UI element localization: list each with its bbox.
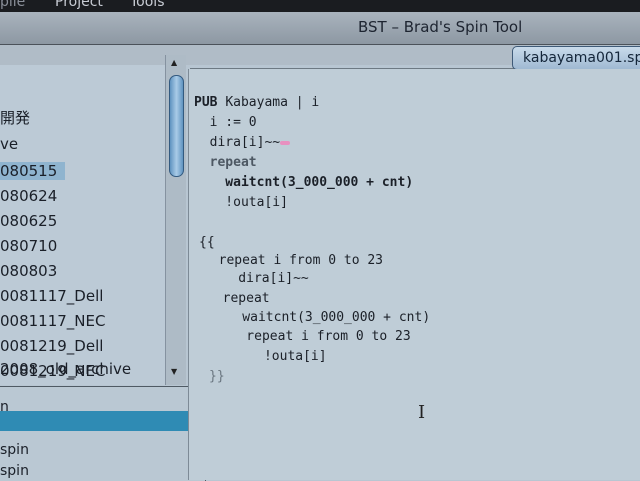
folder-item-selected[interactable]: 080515 — [0, 162, 66, 180]
file-item[interactable]: spin — [0, 463, 29, 479]
code-line: !outa[i] — [194, 195, 288, 210]
window-title: BST – Brad's Spin Tool — [358, 18, 523, 36]
menu-tools[interactable]: Tools — [130, 0, 165, 10]
folder-item[interactable]: ve — [0, 135, 18, 153]
code-line: repeat i from 0 to 23 — [215, 329, 411, 344]
code-line: dira[i]~~ — [207, 271, 309, 286]
folder-item[interactable]: 0081219_Dell — [0, 337, 103, 355]
scroll-down-icon[interactable]: ▼ — [171, 367, 177, 376]
file-item[interactable]: spin — [0, 442, 29, 458]
code-line: waitcnt(3_000_000 + cnt) — [194, 175, 414, 190]
folder-item[interactable]: 080624 — [0, 187, 57, 205]
title-bar: BST – Brad's Spin Tool — [0, 12, 640, 45]
code-line: PUB Kabayama | i — [194, 95, 319, 110]
code-line: i := 0 — [194, 115, 257, 130]
code-line: !outa[i] — [217, 349, 327, 364]
folder-scrollbar[interactable]: ▲ ▼ — [165, 55, 186, 385]
folder-item[interactable]: 0081117_NEC — [0, 312, 105, 330]
code-line: repeat i from 0 to 23 — [203, 253, 384, 268]
cursor-marker — [280, 140, 291, 145]
menu-project[interactable]: Project — [55, 0, 103, 10]
folder-item[interactable]: 080625 — [0, 212, 57, 230]
text-cursor-icon: I — [418, 402, 426, 423]
code-line: waitcnt(3_000_000 + cnt) — [211, 310, 431, 325]
folder-item[interactable]: 2008_old_archive — [0, 360, 131, 378]
folder-item[interactable]: 0081117_Dell — [0, 287, 103, 305]
code-line: repeat — [207, 291, 270, 306]
file-item[interactable]: n — [0, 399, 9, 415]
folder-item[interactable]: 開発 — [0, 107, 30, 128]
code-text: Kabayama | i — [225, 95, 320, 110]
file-item-selected[interactable] — [0, 411, 205, 431]
code-line: dira[i]~~ — [194, 135, 291, 150]
tab-kabayama001[interactable]: kabayama001.spin — [512, 46, 640, 70]
folder-tree: 開発 ve 080515 080624 080625 080710 080803… — [0, 65, 165, 385]
code-line: }} — [209, 369, 225, 384]
code-line: {{ — [199, 235, 215, 250]
code-keyword-pub: PUB — [194, 95, 218, 110]
folder-item[interactable]: 080710 — [0, 237, 57, 255]
menu-bar: pile Project Tools — [0, 0, 640, 12]
folder-item[interactable]: 080803 — [0, 262, 57, 280]
code-text: dira[i]~~ — [194, 135, 281, 150]
menu-compile[interactable]: pile — [0, 0, 25, 10]
file-list: n spin spin — [0, 386, 206, 481]
scroll-thumb[interactable] — [169, 75, 184, 177]
code-editor[interactable]: PUB Kabayama | i i := 0 dira[i]~~ repeat… — [188, 69, 640, 480]
scroll-up-icon[interactable]: ▲ — [171, 58, 177, 67]
code-line: repeat — [194, 155, 257, 170]
